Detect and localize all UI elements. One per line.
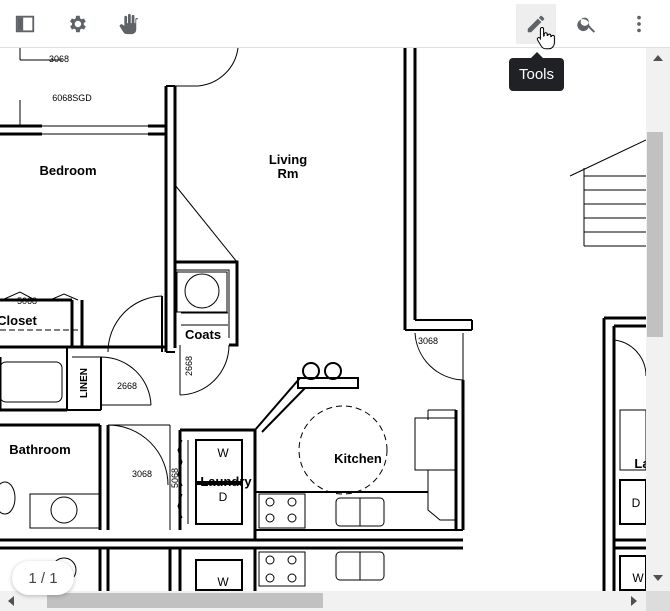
room-label-kitchen: Kitchen (334, 451, 382, 466)
door-code-2668-linen: 2668 (117, 381, 137, 391)
more-options-button[interactable] (619, 4, 659, 44)
sidebar-toggle-icon (15, 15, 35, 33)
room-label-bathroom: Bathroom (9, 442, 70, 457)
settings-button[interactable] (57, 4, 97, 44)
scroll-right-arrow-icon[interactable] (631, 596, 637, 606)
more-vert-icon (637, 15, 641, 33)
room-label-living-rm: Rm (278, 166, 299, 181)
washer-label-2: W (217, 575, 229, 589)
washer-label: W (217, 446, 229, 460)
vertical-scroll-thumb[interactable] (647, 132, 663, 337)
hand-icon (119, 13, 139, 35)
door-code-3068-bath: 3068 (132, 469, 152, 479)
search-icon (577, 17, 596, 33)
door-code-6068sgd: 6068SGD (52, 93, 92, 103)
dryer-label: D (219, 490, 228, 504)
room-label-coats: Coats (185, 327, 221, 342)
sidebar-toggle-button[interactable] (5, 4, 45, 44)
scrollbar-corner (646, 591, 670, 611)
door-code-2668-coats: 2668 (184, 356, 194, 376)
door-code-3068-top: 3068 (49, 54, 69, 64)
door-code-5068-laundry: 5068 (170, 468, 180, 488)
toolbar (0, 0, 670, 48)
search-button[interactable] (567, 4, 607, 44)
room-label-la: La (634, 456, 646, 471)
room-label-linen: LINEN (79, 368, 90, 398)
scroll-left-arrow-icon[interactable] (8, 596, 14, 606)
horizontal-scroll-thumb[interactable] (47, 593, 323, 608)
room-label-bedroom: Bedroom (39, 163, 96, 178)
gear-icon (70, 15, 86, 33)
hand-pointer-cursor-icon (536, 26, 555, 50)
washer-label-3: W (632, 571, 644, 585)
room-label-living: Living (269, 152, 307, 167)
floor-plan-drawing: Bedroom Living Rm Closet Coats Bathroom … (0, 48, 646, 591)
page-counter: 1 / 1 (12, 561, 74, 595)
door-code-3068-living: 3068 (418, 336, 438, 346)
room-label-closet: Closet (0, 313, 38, 328)
tools-tooltip: Tools (509, 52, 564, 91)
tooltip-text: Tools (518, 66, 555, 83)
room-label-laundry: Laundry (200, 474, 252, 489)
pan-tool-button[interactable] (108, 4, 148, 44)
scroll-down-arrow-icon[interactable] (653, 575, 663, 581)
dryer-label-2: D (632, 496, 641, 510)
scroll-up-arrow-icon[interactable] (653, 55, 663, 61)
page-counter-text: 1 / 1 (28, 569, 58, 587)
document-viewer[interactable]: Bedroom Living Rm Closet Coats Bathroom … (0, 48, 646, 591)
door-code-5068: 5068 (17, 296, 37, 306)
